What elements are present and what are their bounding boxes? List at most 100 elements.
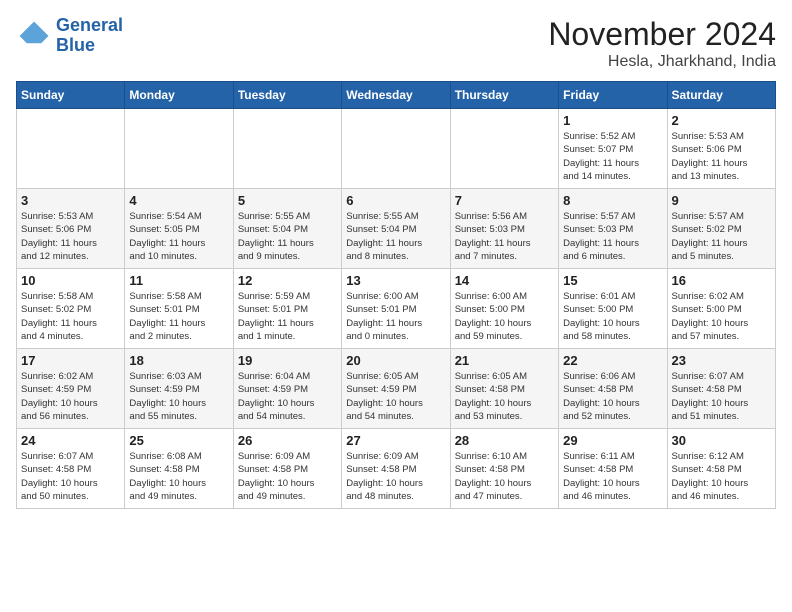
day-info: Sunrise: 6:12 AM Sunset: 4:58 PM Dayligh… [672,450,771,503]
day-info: Sunrise: 5:53 AM Sunset: 5:06 PM Dayligh… [21,210,120,263]
weekday-header: Saturday [667,82,775,109]
weekday-header: Tuesday [233,82,341,109]
day-number: 13 [346,273,445,288]
weekday-header: Wednesday [342,82,450,109]
day-number: 24 [21,433,120,448]
calendar-cell: 24 Sunrise: 6:07 AM Sunset: 4:58 PM Dayli… [17,429,125,509]
day-info: Sunrise: 5:55 AM Sunset: 5:04 PM Dayligh… [346,210,445,263]
title-block: November 2024 Hesla, Jharkhand, India [548,16,776,71]
day-number: 16 [672,273,771,288]
calendar-cell: 4Sunrise: 5:54 AM Sunset: 5:05 PM Daylig… [125,189,233,269]
calendar-cell [342,109,450,189]
day-info: Sunrise: 5:57 AM Sunset: 5:03 PM Dayligh… [563,210,662,263]
day-info: Sunrise: 5:57 AM Sunset: 5:02 PM Dayligh… [672,210,771,263]
calendar-cell: 26 Sunrise: 6:09 AM Sunset: 4:58 PM Dayli… [233,429,341,509]
calendar-cell: 8 Sunrise: 5:57 AM Sunset: 5:03 PM Daylig… [559,189,667,269]
day-number: 12 [238,273,337,288]
day-info: Sunrise: 6:09 AM Sunset: 4:58 PM Dayligh… [238,450,337,503]
logo-text: General Blue [56,16,123,56]
calendar-cell: 13 Sunrise: 6:00 AM Sunset: 5:01 PM Dayli… [342,269,450,349]
day-number: 27 [346,433,445,448]
location-title: Hesla, Jharkhand, India [548,53,776,71]
calendar-cell: 11Sunrise: 5:58 AM Sunset: 5:01 PM Dayli… [125,269,233,349]
calendar-table: SundayMondayTuesdayWednesdayThursdayFrid… [16,81,776,509]
logo: General Blue [16,16,123,56]
day-number: 22 [563,353,662,368]
calendar-cell: 5 Sunrise: 5:55 AM Sunset: 5:04 PM Daylig… [233,189,341,269]
day-number: 18 [129,353,228,368]
calendar-cell: 27 Sunrise: 6:09 AM Sunset: 4:58 PM Dayli… [342,429,450,509]
weekday-header: Sunday [17,82,125,109]
day-number: 1 [563,113,662,128]
calendar-week-row: 10Sunrise: 5:58 AM Sunset: 5:02 PM Dayli… [17,269,776,349]
day-info: Sunrise: 5:56 AM Sunset: 5:03 PM Dayligh… [455,210,554,263]
month-title: November 2024 [548,16,776,53]
calendar-cell: 23Sunrise: 6:07 AM Sunset: 4:58 PM Dayli… [667,349,775,429]
day-number: 5 [238,193,337,208]
day-info: Sunrise: 6:05 AM Sunset: 4:59 PM Dayligh… [346,370,445,423]
day-info: Sunrise: 5:54 AM Sunset: 5:05 PM Dayligh… [129,210,228,263]
day-number: 10 [21,273,120,288]
day-info: Sunrise: 6:02 AM Sunset: 5:00 PM Dayligh… [672,290,771,343]
calendar-cell: 28Sunrise: 6:10 AM Sunset: 4:58 PM Dayli… [450,429,558,509]
day-number: 6 [346,193,445,208]
calendar-week-row: 1 Sunrise: 5:52 AM Sunset: 5:07 PM Daylig… [17,109,776,189]
day-info: Sunrise: 5:59 AM Sunset: 5:01 PM Dayligh… [238,290,337,343]
logo-icon [16,18,52,54]
day-info: Sunrise: 6:02 AM Sunset: 4:59 PM Dayligh… [21,370,120,423]
day-info: Sunrise: 6:00 AM Sunset: 5:00 PM Dayligh… [455,290,554,343]
calendar-body: 1 Sunrise: 5:52 AM Sunset: 5:07 PM Daylig… [17,109,776,509]
calendar-cell: 7Sunrise: 5:56 AM Sunset: 5:03 PM Daylig… [450,189,558,269]
calendar-header: SundayMondayTuesdayWednesdayThursdayFrid… [17,82,776,109]
weekday-header: Friday [559,82,667,109]
day-number: 26 [238,433,337,448]
calendar-cell: 1 Sunrise: 5:52 AM Sunset: 5:07 PM Daylig… [559,109,667,189]
day-info: Sunrise: 6:09 AM Sunset: 4:58 PM Dayligh… [346,450,445,503]
day-number: 8 [563,193,662,208]
page-header: General Blue November 2024 Hesla, Jharkh… [16,16,776,71]
day-info: Sunrise: 6:10 AM Sunset: 4:58 PM Dayligh… [455,450,554,503]
weekday-header: Monday [125,82,233,109]
day-info: Sunrise: 6:11 AM Sunset: 4:58 PM Dayligh… [563,450,662,503]
day-number: 17 [21,353,120,368]
calendar-cell: 6 Sunrise: 5:55 AM Sunset: 5:04 PM Daylig… [342,189,450,269]
calendar-cell: 17 Sunrise: 6:02 AM Sunset: 4:59 PM Dayli… [17,349,125,429]
day-number: 3 [21,193,120,208]
day-info: Sunrise: 6:05 AM Sunset: 4:58 PM Dayligh… [455,370,554,423]
day-number: 2 [672,113,771,128]
day-number: 30 [672,433,771,448]
day-info: Sunrise: 6:08 AM Sunset: 4:58 PM Dayligh… [129,450,228,503]
calendar-cell: 29 Sunrise: 6:11 AM Sunset: 4:58 PM Dayli… [559,429,667,509]
day-number: 15 [563,273,662,288]
calendar-cell: 18 Sunrise: 6:03 AM Sunset: 4:59 PM Dayli… [125,349,233,429]
calendar-cell: 12 Sunrise: 5:59 AM Sunset: 5:01 PM Dayli… [233,269,341,349]
calendar-cell: 22 Sunrise: 6:06 AM Sunset: 4:58 PM Dayli… [559,349,667,429]
day-info: Sunrise: 6:04 AM Sunset: 4:59 PM Dayligh… [238,370,337,423]
day-info: Sunrise: 6:00 AM Sunset: 5:01 PM Dayligh… [346,290,445,343]
day-info: Sunrise: 5:52 AM Sunset: 5:07 PM Dayligh… [563,130,662,183]
day-number: 14 [455,273,554,288]
calendar-cell: 25 Sunrise: 6:08 AM Sunset: 4:58 PM Dayli… [125,429,233,509]
calendar-cell: 19 Sunrise: 6:04 AM Sunset: 4:59 PM Dayli… [233,349,341,429]
weekday-header: Thursday [450,82,558,109]
calendar-cell [450,109,558,189]
day-number: 23 [672,353,771,368]
calendar-cell: 30 Sunrise: 6:12 AM Sunset: 4:58 PM Dayli… [667,429,775,509]
day-number: 11 [129,273,228,288]
calendar-cell [125,109,233,189]
day-number: 21 [455,353,554,368]
day-number: 19 [238,353,337,368]
day-number: 29 [563,433,662,448]
calendar-cell: 14 Sunrise: 6:00 AM Sunset: 5:00 PM Dayli… [450,269,558,349]
calendar-cell: 3 Sunrise: 5:53 AM Sunset: 5:06 PM Daylig… [17,189,125,269]
day-number: 20 [346,353,445,368]
day-info: Sunrise: 6:07 AM Sunset: 4:58 PM Dayligh… [21,450,120,503]
calendar-cell: 21 Sunrise: 6:05 AM Sunset: 4:58 PM Dayli… [450,349,558,429]
day-info: Sunrise: 6:03 AM Sunset: 4:59 PM Dayligh… [129,370,228,423]
calendar-cell [233,109,341,189]
day-info: Sunrise: 5:55 AM Sunset: 5:04 PM Dayligh… [238,210,337,263]
calendar-week-row: 3 Sunrise: 5:53 AM Sunset: 5:06 PM Daylig… [17,189,776,269]
day-number: 25 [129,433,228,448]
calendar-cell: 20 Sunrise: 6:05 AM Sunset: 4:59 PM Dayli… [342,349,450,429]
day-info: Sunrise: 6:06 AM Sunset: 4:58 PM Dayligh… [563,370,662,423]
